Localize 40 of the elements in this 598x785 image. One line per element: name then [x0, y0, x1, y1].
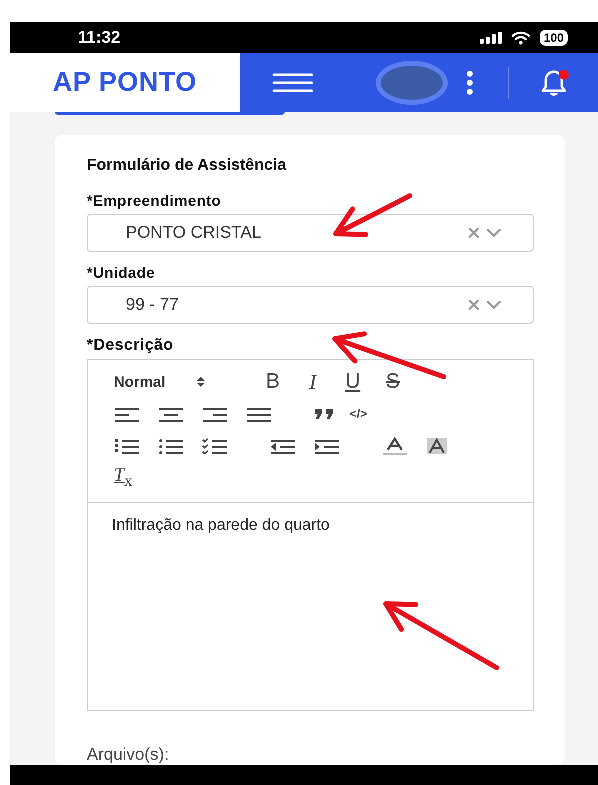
blockquote-icon[interactable]: [314, 407, 336, 421]
signal-icon: [480, 32, 502, 44]
heading-select[interactable]: Normal: [114, 374, 244, 390]
align-justify-icon[interactable]: [246, 406, 272, 422]
italic-button[interactable]: I: [302, 370, 324, 394]
clear-icon[interactable]: [467, 227, 481, 239]
bullet-list-icon[interactable]: [158, 438, 184, 454]
wifi-icon: [510, 30, 531, 44]
editor-text-area[interactable]: Infiltração na parede do quarto: [88, 503, 533, 710]
field-label: *Descrição: [87, 337, 175, 355]
align-center-icon[interactable]: [158, 406, 184, 422]
clear-format-button[interactable]: T$_{x}$: [114, 465, 132, 491]
outdent-icon[interactable]: [270, 438, 296, 454]
checklist-icon[interactable]: [202, 438, 228, 454]
select-field[interactable]: PONTO CRISTAL: [87, 214, 534, 252]
attachments-label: Arquivo(s):: [87, 745, 170, 765]
select-field[interactable]: 99 - 77: [87, 286, 534, 324]
more-options-icon[interactable]: [466, 70, 474, 96]
text-color-icon[interactable]: [382, 437, 408, 455]
align-right-icon[interactable]: [202, 406, 228, 422]
underline-button[interactable]: U: [342, 370, 364, 394]
menu-icon[interactable]: [272, 72, 314, 94]
status-time: 11:32: [78, 28, 121, 48]
field-label: *Empreendimento: [87, 193, 222, 210]
chevron-down-icon[interactable]: [485, 299, 503, 311]
app-logo: AP PONTO: [52, 67, 198, 98]
clear-icon[interactable]: [467, 299, 481, 311]
form-title: Formulário de Assistência: [87, 157, 288, 175]
description-text: Infiltração na parede do quarto: [112, 517, 330, 534]
align-left-icon[interactable]: [114, 406, 140, 422]
battery-level: 100: [540, 30, 568, 46]
sort-icon[interactable]: [196, 376, 206, 388]
highlight-color-icon[interactable]: [426, 437, 448, 455]
bold-button[interactable]: B: [262, 370, 284, 394]
code-block-button[interactable]: </>: [350, 407, 368, 421]
field-label: *Unidade: [87, 265, 156, 282]
numbered-list-icon[interactable]: [114, 438, 140, 454]
chevron-down-icon[interactable]: [485, 227, 503, 239]
strikethrough-button[interactable]: S: [382, 370, 404, 394]
indent-icon[interactable]: [314, 438, 340, 454]
